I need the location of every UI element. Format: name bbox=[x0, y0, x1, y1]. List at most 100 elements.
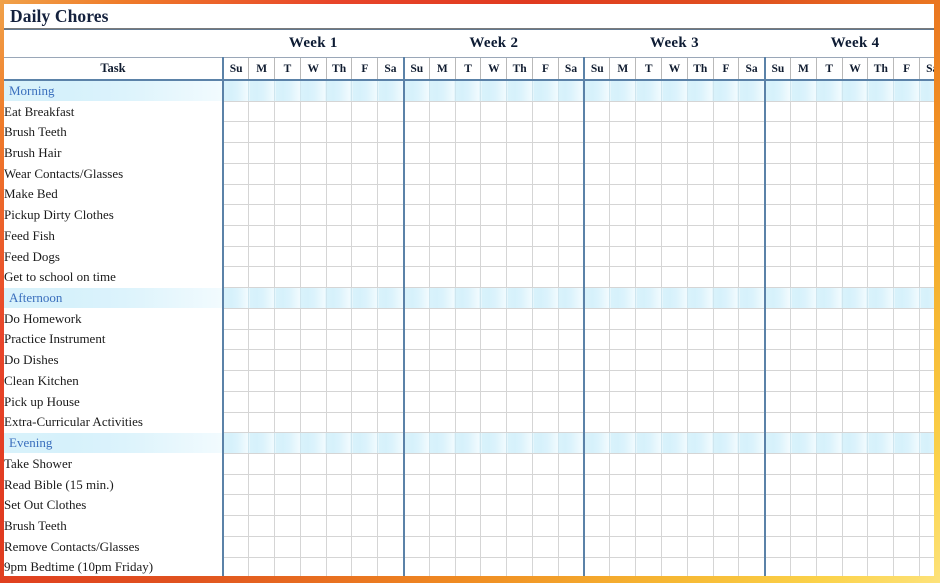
task-checkbox-cell[interactable] bbox=[532, 121, 559, 144]
task-checkbox-cell[interactable] bbox=[274, 184, 301, 206]
task-checkbox-cell[interactable] bbox=[326, 412, 353, 434]
task-checkbox-cell[interactable] bbox=[583, 121, 611, 144]
task-checkbox-cell[interactable] bbox=[583, 391, 611, 413]
task-checkbox-cell[interactable] bbox=[351, 412, 379, 434]
task-checkbox-cell[interactable] bbox=[326, 184, 353, 206]
task-checkbox-cell[interactable] bbox=[583, 163, 611, 185]
task-checkbox-cell[interactable] bbox=[480, 142, 508, 164]
section-checkbox-cell[interactable] bbox=[326, 80, 353, 102]
task-checkbox-cell[interactable] bbox=[919, 412, 934, 434]
task-checkbox-cell[interactable] bbox=[790, 101, 817, 123]
task-checkbox-cell[interactable] bbox=[351, 246, 379, 268]
task-checkbox-cell[interactable] bbox=[867, 412, 895, 434]
task-checkbox-cell[interactable] bbox=[842, 142, 869, 164]
task-checkbox-cell[interactable] bbox=[532, 204, 559, 227]
task-checkbox-cell[interactable] bbox=[455, 121, 482, 144]
section-checkbox-cell[interactable] bbox=[351, 80, 379, 102]
task-checkbox-cell[interactable] bbox=[402, 163, 430, 185]
task-checkbox-cell[interactable] bbox=[738, 184, 766, 206]
task-checkbox-cell[interactable] bbox=[455, 536, 482, 558]
task-checkbox-cell[interactable] bbox=[816, 349, 843, 372]
section-checkbox-cell[interactable] bbox=[713, 80, 740, 102]
task-checkbox-cell[interactable] bbox=[222, 142, 250, 164]
task-checkbox-cell[interactable] bbox=[738, 101, 766, 123]
section-checkbox-cell[interactable] bbox=[300, 80, 327, 102]
task-checkbox-cell[interactable] bbox=[816, 142, 843, 164]
task-checkbox-cell[interactable] bbox=[455, 412, 482, 434]
task-checkbox-cell[interactable] bbox=[842, 494, 869, 517]
task-checkbox-cell[interactable] bbox=[222, 515, 250, 537]
task-checkbox-cell[interactable] bbox=[763, 453, 792, 475]
task-checkbox-cell[interactable] bbox=[351, 121, 379, 144]
task-checkbox-cell[interactable] bbox=[790, 142, 817, 164]
section-checkbox-cell[interactable] bbox=[738, 80, 766, 102]
task-checkbox-cell[interactable] bbox=[816, 163, 843, 185]
task-checkbox-cell[interactable] bbox=[842, 349, 869, 372]
task-checkbox-cell[interactable] bbox=[326, 474, 353, 496]
task-checkbox-cell[interactable] bbox=[609, 412, 637, 434]
task-checkbox-cell[interactable] bbox=[893, 557, 921, 576]
task-checkbox-cell[interactable] bbox=[790, 494, 817, 517]
task-checkbox-cell[interactable] bbox=[583, 246, 611, 268]
section-checkbox-cell[interactable] bbox=[326, 287, 353, 309]
task-checkbox-cell[interactable] bbox=[351, 453, 379, 475]
task-checkbox-cell[interactable] bbox=[713, 370, 740, 392]
task-checkbox-cell[interactable] bbox=[583, 142, 611, 164]
task-checkbox-cell[interactable] bbox=[558, 536, 586, 558]
task-checkbox-cell[interactable] bbox=[816, 557, 843, 576]
task-checkbox-cell[interactable] bbox=[248, 453, 276, 475]
section-checkbox-cell[interactable] bbox=[506, 80, 534, 102]
task-checkbox-cell[interactable] bbox=[763, 101, 792, 123]
task-checkbox-cell[interactable] bbox=[222, 370, 250, 392]
task-checkbox-cell[interactable] bbox=[222, 184, 250, 206]
section-checkbox-cell[interactable] bbox=[274, 80, 301, 102]
task-checkbox-cell[interactable] bbox=[532, 246, 559, 268]
task-checkbox-cell[interactable] bbox=[661, 266, 688, 289]
task-checkbox-cell[interactable] bbox=[738, 308, 766, 330]
task-checkbox-cell[interactable] bbox=[790, 329, 817, 351]
task-checkbox-cell[interactable] bbox=[867, 494, 895, 517]
task-checkbox-cell[interactable] bbox=[919, 246, 934, 268]
section-checkbox-cell[interactable] bbox=[713, 432, 740, 454]
task-checkbox-cell[interactable] bbox=[377, 494, 405, 517]
task-checkbox-cell[interactable] bbox=[867, 142, 895, 164]
task-checkbox-cell[interactable] bbox=[609, 246, 637, 268]
section-checkbox-cell[interactable] bbox=[893, 287, 921, 309]
task-checkbox-cell[interactable] bbox=[274, 142, 301, 164]
task-checkbox-cell[interactable] bbox=[635, 557, 663, 576]
task-checkbox-cell[interactable] bbox=[429, 515, 456, 537]
task-checkbox-cell[interactable] bbox=[919, 121, 934, 144]
task-checkbox-cell[interactable] bbox=[429, 121, 456, 144]
task-checkbox-cell[interactable] bbox=[609, 225, 637, 247]
task-checkbox-cell[interactable] bbox=[326, 349, 353, 372]
section-checkbox-cell[interactable] bbox=[506, 287, 534, 309]
section-checkbox-cell[interactable] bbox=[429, 432, 456, 454]
task-checkbox-cell[interactable] bbox=[377, 412, 405, 434]
task-checkbox-cell[interactable] bbox=[687, 308, 714, 330]
task-checkbox-cell[interactable] bbox=[738, 204, 766, 227]
task-checkbox-cell[interactable] bbox=[816, 308, 843, 330]
task-checkbox-cell[interactable] bbox=[893, 515, 921, 537]
task-checkbox-cell[interactable] bbox=[867, 266, 895, 289]
task-checkbox-cell[interactable] bbox=[842, 370, 869, 392]
task-checkbox-cell[interactable] bbox=[248, 184, 276, 206]
task-checkbox-cell[interactable] bbox=[713, 557, 740, 576]
task-checkbox-cell[interactable] bbox=[480, 308, 508, 330]
section-checkbox-cell[interactable] bbox=[738, 287, 766, 309]
task-checkbox-cell[interactable] bbox=[609, 184, 637, 206]
task-checkbox-cell[interactable] bbox=[763, 225, 792, 247]
task-checkbox-cell[interactable] bbox=[609, 204, 637, 227]
task-checkbox-cell[interactable] bbox=[300, 163, 327, 185]
task-checkbox-cell[interactable] bbox=[738, 370, 766, 392]
task-checkbox-cell[interactable] bbox=[300, 101, 327, 123]
task-checkbox-cell[interactable] bbox=[480, 246, 508, 268]
task-checkbox-cell[interactable] bbox=[455, 225, 482, 247]
task-checkbox-cell[interactable] bbox=[248, 536, 276, 558]
task-checkbox-cell[interactable] bbox=[506, 494, 534, 517]
task-checkbox-cell[interactable] bbox=[893, 453, 921, 475]
task-checkbox-cell[interactable] bbox=[248, 474, 276, 496]
task-checkbox-cell[interactable] bbox=[429, 246, 456, 268]
task-checkbox-cell[interactable] bbox=[790, 474, 817, 496]
task-checkbox-cell[interactable] bbox=[687, 184, 714, 206]
section-checkbox-cell[interactable] bbox=[532, 432, 559, 454]
